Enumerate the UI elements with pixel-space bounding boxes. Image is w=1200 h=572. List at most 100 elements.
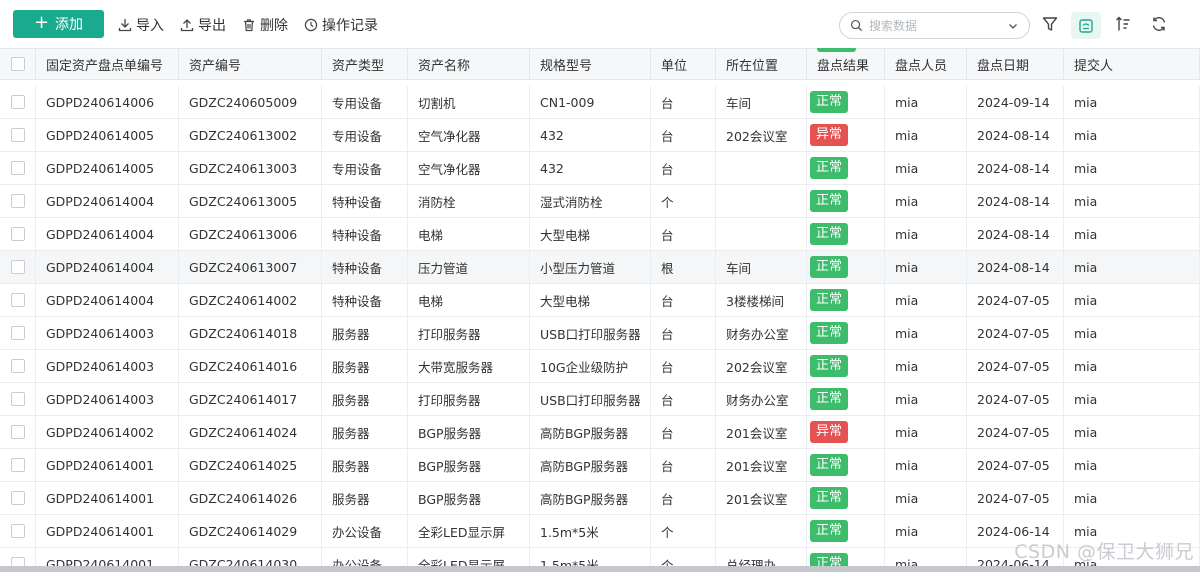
cell-asset-name: 电梯 (408, 284, 530, 316)
table-row[interactable]: GDPD240614004 GDZC240613007 特种设备 压力管道 小型压力管道… (0, 251, 1200, 284)
status-badge: 正常 (810, 223, 849, 245)
table-row[interactable]: GDPD240614001 GDZC240614026 服务器 BGP服务器 高防BGP… (0, 482, 1200, 515)
checkbox[interactable] (10, 57, 25, 71)
table-header: 固定资产盘点单编号 资产编号 资产类型 资产名称 规格型号 单位 所在位置 盘点结果 盘点人员盘… (0, 48, 1200, 80)
filter-icon[interactable] (1041, 15, 1059, 33)
status-badge-partial (817, 48, 856, 52)
checkbox[interactable] (10, 491, 25, 505)
column-header-asset-no[interactable]: 资产编号 (179, 49, 322, 79)
checkbox[interactable] (10, 260, 25, 274)
cell-asset-no: GDZC240613007 (179, 251, 322, 283)
cell-inspector: mia (885, 251, 967, 283)
delete-button[interactable]: 删除 (242, 14, 288, 36)
table-row[interactable]: GDPD240614003 GDZC240614016 服务器 大带宽服务器 10G企业… (0, 350, 1200, 383)
table-row[interactable]: GDPD240614004 GDZC240613006 特种设备 电梯 大型电梯台 正常 m… (0, 218, 1200, 251)
status-badge: 正常 (810, 388, 849, 410)
column-header-result[interactable]: 盘点结果 (807, 49, 885, 79)
cell-spec-model: 高防BGP服务器 (530, 416, 651, 448)
cell-asset-no: GDZC240614024 (179, 416, 322, 448)
cell-submitter: mia (1064, 317, 1200, 349)
cell-asset-name: 电梯 (408, 218, 530, 250)
column-header-inspector[interactable]: 盘点人员 (885, 49, 967, 79)
status-badge: 正常 (810, 256, 849, 278)
cell-asset-name: 打印服务器 (408, 383, 530, 415)
cell-spec-model: 大型电梯 (530, 284, 651, 316)
cell-spec-model: 高防BGP服务器 (530, 482, 651, 514)
cell-spec-model: USB口打印服务器 (530, 317, 651, 349)
cell-asset-no: GDZC240614025 (179, 449, 322, 481)
checkbox[interactable] (10, 359, 25, 373)
column-header-inventory-date[interactable]: 盘点日期 (967, 49, 1064, 79)
status-badge: 正常 (810, 322, 849, 344)
table-row[interactable]: GDPD240614004 GDZC240614002 特种设备 电梯 大型电梯台 3楼楼… (0, 284, 1200, 317)
cell-asset-no: GDZC240614017 (179, 383, 322, 415)
cell-asset-no: GDZC240614002 (179, 284, 322, 316)
cell-unit: 根 (651, 251, 716, 283)
add-button[interactable]: + 添加 (13, 10, 104, 38)
cell-asset-no: GDZC240613003 (179, 152, 322, 184)
table-row[interactable]: GDPD240614006 GDZC240605009 专用设备 切割机 CN1-009… (0, 86, 1200, 119)
checkbox[interactable] (10, 392, 25, 406)
export-button[interactable]: 导出 (180, 14, 226, 36)
cell-asset-type: 专用设备 (322, 152, 408, 184)
operation-log-button[interactable]: 操作记录 (304, 14, 378, 36)
cell-unit: 个 (651, 515, 716, 547)
checkbox[interactable] (10, 95, 25, 109)
checkbox[interactable] (10, 128, 25, 142)
column-header-spec-model[interactable]: 规格型号 (530, 49, 651, 79)
cell-spec-model: 432 (530, 119, 651, 151)
horizontal-scrollbar[interactable] (0, 566, 1200, 572)
checkbox[interactable] (10, 326, 25, 340)
checkbox[interactable] (10, 425, 25, 439)
cell-inspector: mia (885, 416, 967, 448)
table-row[interactable]: GDPD240614004 GDZC240613005 特种设备 消防栓 湿式消防栓个 正… (0, 185, 1200, 218)
column-header-submitter[interactable]: 提交人 (1064, 49, 1200, 79)
cell-inspector: mia (885, 218, 967, 250)
toolbar: + 添加 导入 导出 删除 操作记录 搜索数据 (0, 0, 1200, 48)
row-checkbox-cell (0, 251, 36, 283)
row-checkbox-cell (0, 86, 36, 118)
cell-result: 正常 (807, 251, 885, 283)
checkbox[interactable] (10, 227, 25, 241)
status-badge: 正常 (810, 190, 849, 212)
status-badge: 正常 (810, 157, 849, 179)
checkbox[interactable] (10, 524, 25, 538)
checkbox[interactable] (10, 458, 25, 472)
table-row[interactable]: GDPD240614002 GDZC240614024 服务器 BGP服务器 高防BGP… (0, 416, 1200, 449)
table-row[interactable]: GDPD240614005 GDZC240613002 专用设备 空气净化器 432 台 2… (0, 119, 1200, 152)
search-input[interactable]: 搜索数据 (869, 17, 1007, 34)
checkbox[interactable] (10, 161, 25, 175)
cell-unit: 台 (651, 86, 716, 118)
cell-inventory-date: 2024-07-05 (967, 317, 1064, 349)
checkbox[interactable] (10, 293, 25, 307)
column-header-inventory-no[interactable]: 固定资产盘点单编号 (36, 49, 179, 79)
table-row[interactable]: GDPD240614005 GDZC240613003 专用设备 空气净化器 432 台 正… (0, 152, 1200, 185)
cell-asset-type: 专用设备 (322, 86, 408, 118)
table-row[interactable]: GDPD240614003 GDZC240614018 服务器 打印服务器 USB口打印… (0, 317, 1200, 350)
cell-inspector: mia (885, 284, 967, 316)
cell-asset-no: GDZC240613005 (179, 185, 322, 217)
cell-inventory-date: 2024-07-05 (967, 284, 1064, 316)
column-header-asset-type[interactable]: 资产类型 (322, 49, 408, 79)
table-row[interactable]: GDPD240614003 GDZC240614017 服务器 打印服务器 USB口打印… (0, 383, 1200, 416)
table-row[interactable]: GDPD240614001 GDZC240614025 服务器 BGP服务器 高防BGP… (0, 449, 1200, 482)
column-header-unit[interactable]: 单位 (651, 49, 716, 79)
row-checkbox-cell (0, 416, 36, 448)
refresh-icon[interactable] (1150, 15, 1168, 33)
cell-asset-no: GDZC240614016 (179, 350, 322, 382)
cell-inventory-date: 2024-07-05 (967, 383, 1064, 415)
row-checkbox-cell (0, 449, 36, 481)
cell-location (716, 218, 807, 250)
cell-asset-type: 特种设备 (322, 251, 408, 283)
cell-result: 正常 (807, 185, 885, 217)
chevron-down-icon[interactable] (1007, 20, 1019, 32)
download-icon (118, 19, 132, 32)
column-settings-button[interactable] (1071, 12, 1101, 39)
column-header-asset-name[interactable]: 资产名称 (408, 49, 530, 79)
trash-icon (244, 19, 254, 32)
checkbox[interactable] (10, 194, 25, 208)
column-header-location[interactable]: 所在位置 (716, 49, 807, 79)
import-button[interactable]: 导入 (118, 14, 164, 36)
search-box[interactable]: 搜索数据 (839, 12, 1030, 39)
sort-icon[interactable] (1114, 15, 1132, 33)
